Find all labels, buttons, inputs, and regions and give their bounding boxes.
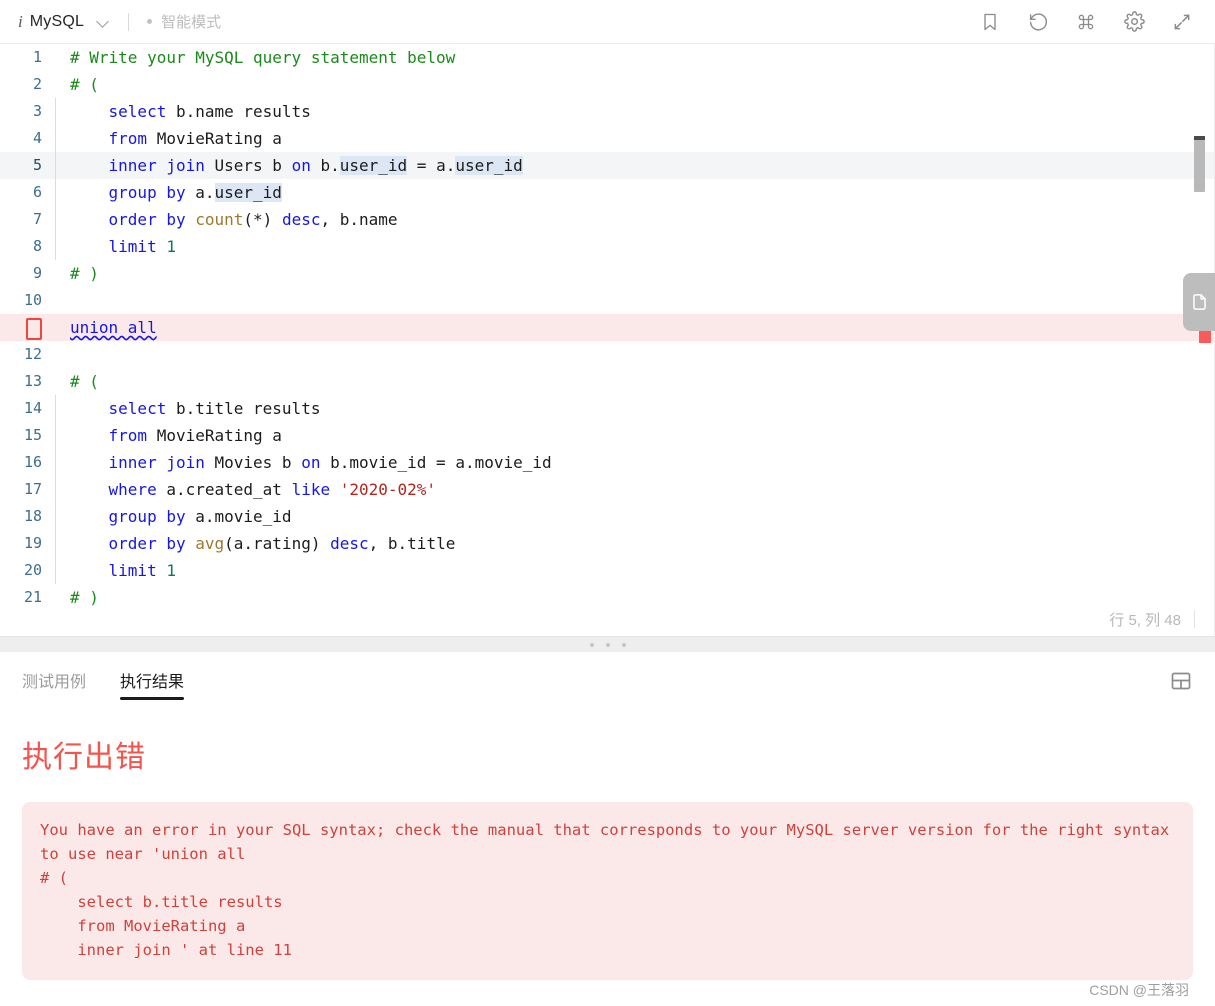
expand-icon[interactable] [1171, 11, 1193, 33]
line-number: 19 [23, 534, 42, 552]
code-line[interactable]: 1 # Write your MySQL query statement belo… [0, 44, 1215, 71]
line-number: 9 [32, 264, 42, 282]
scrollbar-thumb[interactable] [1194, 140, 1205, 192]
status-dot-icon [147, 19, 153, 24]
line-number: 14 [23, 399, 42, 417]
language-selector[interactable]: i MySQL [0, 13, 110, 31]
line-number: 21 [23, 588, 42, 606]
code-text: where a.created_at like '2020-02%' [108, 480, 437, 499]
code-text: # ( [70, 75, 99, 94]
code-text: select b.name results [108, 102, 311, 121]
status-divider [1194, 610, 1195, 628]
code-text: from MovieRating a [108, 129, 282, 148]
code-text: group by a.movie_id [108, 507, 292, 526]
line-number: 4 [32, 129, 42, 147]
code-line[interactable]: 9 # ) [0, 260, 1215, 287]
code-line[interactable]: 13 # ( [0, 368, 1215, 395]
line-number: 16 [23, 453, 42, 471]
split-layout-icon[interactable] [1169, 669, 1193, 693]
line-number: 13 [23, 372, 42, 390]
code-text: # ) [70, 264, 99, 283]
leetcode-sql-editor-page: i MySQL 智能模式 1 # Write your MySQL query … [0, 0, 1215, 1006]
code-editor[interactable]: 1 # Write your MySQL query statement belo… [0, 44, 1215, 636]
code-line[interactable]: 14 select b.title results [0, 395, 1215, 422]
language-label: MySQL [29, 12, 85, 30]
error-indicator-marker[interactable] [1199, 331, 1211, 343]
cursor-position-status: 行 5, 列 48 [1109, 612, 1181, 629]
code-text: limit 1 [108, 561, 176, 580]
line-number: 8 [32, 237, 42, 255]
smart-mode-toggle[interactable]: 智能模式 [147, 11, 221, 32]
code-text: group by a.user_id [108, 183, 282, 202]
code-text: union all [70, 318, 157, 337]
tab-test-cases[interactable]: 测试用例 [22, 652, 86, 710]
results-panel: 测试用例 执行结果 执行出错 You have an error in your… [0, 652, 1215, 1006]
code-text: # ( [70, 372, 99, 391]
code-lines-container[interactable]: 1 # Write your MySQL query statement belo… [0, 44, 1215, 611]
code-line[interactable]: 18 group by a.movie_id [0, 503, 1215, 530]
line-number: 1 [32, 48, 42, 66]
line-number: 2 [32, 75, 42, 93]
smart-mode-label: 智能模式 [161, 14, 222, 31]
code-line[interactable]: 10 [0, 287, 1215, 314]
resize-dot-icon [621, 642, 626, 647]
code-line[interactable]: 2 # ( [0, 71, 1215, 98]
code-text: # ) [70, 588, 99, 607]
line-number: 5 [32, 156, 42, 174]
command-icon[interactable] [1075, 11, 1097, 33]
code-line[interactable]: 3 select b.name results [0, 98, 1215, 125]
code-line[interactable]: union all [0, 314, 1215, 341]
code-text: inner join Movies b on b.movie_id = a.mo… [108, 453, 552, 472]
code-line[interactable]: 8 limit 1 [0, 233, 1215, 260]
code-line[interactable]: 12 [0, 341, 1215, 368]
panel-resize-handle[interactable] [0, 636, 1215, 652]
line-number: 15 [23, 426, 42, 444]
code-line[interactable]: 20 limit 1 [0, 557, 1215, 584]
code-text: # Write your MySQL query statement below [70, 48, 456, 67]
code-text: limit 1 [108, 237, 176, 256]
code-line[interactable]: 6 group by a.user_id [0, 179, 1215, 206]
toolbar-icon-group [979, 11, 1215, 33]
tab-execution-result[interactable]: 执行结果 [120, 652, 185, 710]
code-line[interactable]: 17 where a.created_at like '2020-02%' [0, 476, 1215, 503]
editor-toolbar: i MySQL 智能模式 [0, 0, 1215, 44]
code-line[interactable]: 5 inner join Users b on b.user_id = a.us… [0, 152, 1215, 179]
line-number: 12 [23, 345, 42, 363]
code-line[interactable]: 4 from MovieRating a [0, 125, 1215, 152]
line-number: 20 [23, 561, 42, 579]
resize-dot-icon [605, 642, 610, 647]
results-tab-bar: 测试用例 执行结果 [0, 652, 1215, 710]
code-text: inner join Users b on b.user_id = a.user… [108, 156, 523, 175]
code-line[interactable]: 19 order by avg(a.rating) desc, b.title [0, 530, 1215, 557]
history-undo-icon[interactable] [1027, 11, 1049, 33]
line-number: 7 [32, 210, 42, 228]
code-line[interactable]: 16 inner join Movies b on b.movie_id = a… [0, 449, 1215, 476]
line-number: 6 [32, 183, 42, 201]
code-line[interactable]: 7 order by count(*) desc, b.name [0, 206, 1215, 233]
code-text: order by avg(a.rating) desc, b.title [108, 534, 456, 553]
line-number: 10 [23, 291, 42, 309]
code-line[interactable]: 15 from MovieRating a [0, 422, 1215, 449]
watermark-label: CSDN @王落羽 [1089, 982, 1189, 998]
code-text: order by count(*) desc, b.name [108, 210, 398, 229]
line-number: 3 [32, 102, 42, 120]
line-number: 18 [23, 507, 42, 525]
resize-dot-icon [589, 642, 594, 647]
error-message-box: You have an error in your SQL syntax; ch… [22, 802, 1193, 980]
toolbar-divider [128, 12, 130, 31]
code-line[interactable]: 21 # ) [0, 584, 1215, 611]
document-notes-icon[interactable] [1183, 273, 1215, 331]
error-title: 执行出错 [22, 741, 146, 774]
info-italic-i-icon: i [18, 12, 23, 31]
gear-icon[interactable] [1123, 11, 1145, 33]
line-number: 17 [23, 480, 42, 498]
error-box-icon [0, 314, 56, 341]
bookmark-icon[interactable] [979, 11, 1001, 33]
code-text: select b.title results [108, 399, 321, 418]
chevron-down-icon[interactable] [97, 15, 110, 28]
code-text: from MovieRating a [108, 426, 282, 445]
